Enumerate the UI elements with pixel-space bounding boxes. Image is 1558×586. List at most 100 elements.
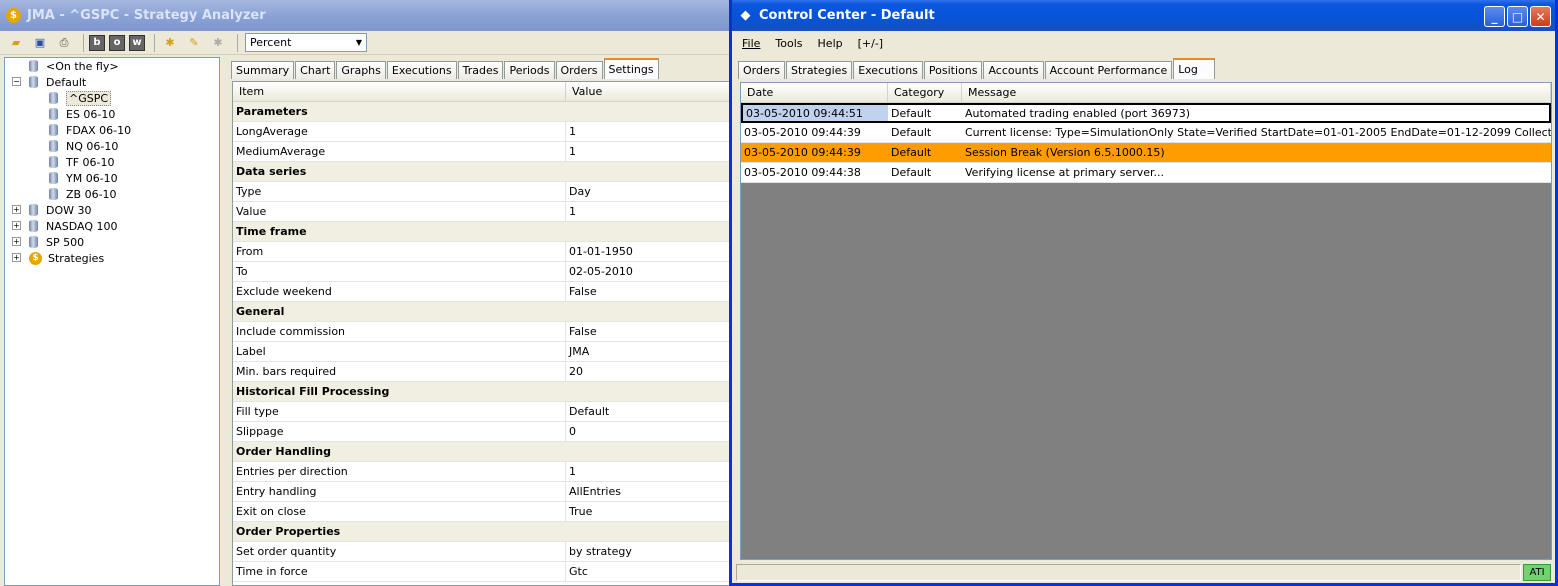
strategy-analyzer-titlebar[interactable]: $ JMA - ^GSPC - Strategy Analyzer [0,0,735,31]
setting-value[interactable]: 20 [566,362,734,381]
tab-executions[interactable]: Executions [386,61,457,79]
menu-bar: File Tools Help [+/-] [732,31,1555,55]
edit-strategy-icon[interactable]: ✎ [184,33,204,53]
combo-value: Percent [250,36,292,49]
tab-strategies[interactable]: Strategies [786,61,853,79]
column-header-date[interactable]: Date [741,83,888,102]
print-icon[interactable]: ⎙ [54,33,74,53]
tab-executions[interactable]: Executions [853,61,923,79]
log-grid: Date Category Message 03-05-2010 09:44:5… [740,82,1552,560]
tab-trades[interactable]: Trades [457,61,504,79]
settings-row[interactable]: Exit on close True [233,502,734,522]
settings-row[interactable]: Type Day [233,182,734,202]
expand-icon[interactable]: + [12,237,21,246]
optimize-button[interactable]: o [109,34,125,51]
column-header-item[interactable]: Item [233,82,566,101]
tab-accounts[interactable]: Accounts [983,61,1044,79]
column-header-value[interactable]: Value [566,82,734,101]
chevron-down-icon[interactable]: ▼ [356,38,362,47]
tab-log[interactable]: Log [1173,58,1216,79]
setting-value[interactable]: 0 [566,422,734,441]
tab-summary[interactable]: Summary [231,61,295,79]
tab-chart[interactable]: Chart [295,61,336,79]
expand-icon[interactable]: + [12,253,21,262]
settings-row[interactable]: Fill type Default [233,402,734,422]
tree-item-instrument[interactable]: FDAX 06-10 [49,122,131,138]
setting-value[interactable]: 1 [566,142,734,161]
tab-positions[interactable]: Positions [923,61,983,79]
tree-item-instrument[interactable]: NQ 06-10 [49,138,118,154]
delete-strategy-icon[interactable]: ✱ [208,33,228,53]
menu-help[interactable]: Help [818,37,843,50]
tree-item-instrument[interactable]: ^GSPC [49,90,112,106]
setting-value[interactable]: 1 [566,462,734,481]
tree-item-default[interactable]: Default [29,74,86,90]
walk-forward-button[interactable]: w [129,34,145,51]
tab-settings[interactable]: Settings [603,58,659,79]
settings-row[interactable]: From 01-01-1950 [233,242,734,262]
control-center-titlebar[interactable]: ◆ Control Center - Default [732,0,1555,31]
setting-value[interactable]: JMA [566,342,734,361]
maximize-icon[interactable]: □ [1507,6,1528,27]
setting-value[interactable]: 1 [566,202,734,221]
setting-value[interactable]: AllEntries [566,482,734,501]
settings-row[interactable]: Set order quantity by strategy [233,542,734,562]
tab-periods[interactable]: Periods [504,61,555,79]
new-strategy-icon[interactable]: ✱ [160,33,180,53]
settings-row[interactable]: Entry handling AllEntries [233,482,734,502]
expand-icon[interactable]: + [12,205,21,214]
settings-row[interactable]: Label JMA [233,342,734,362]
settings-row[interactable]: Min. bars required 20 [233,362,734,382]
setting-value[interactable]: 02-05-2010 [566,262,734,281]
settings-row[interactable]: Entries per direction 1 [233,462,734,482]
setting-value[interactable]: Gtc [566,562,734,581]
collapse-icon[interactable]: − [12,77,21,86]
settings-row[interactable]: Value 1 [233,202,734,222]
column-header-message[interactable]: Message [962,83,1551,102]
setting-value[interactable]: False [566,282,734,301]
tree-item-instrument[interactable]: ES 06-10 [49,106,115,122]
settings-row[interactable]: Exclude weekend False [233,282,734,302]
setting-value[interactable]: True [566,502,734,521]
open-folder-icon[interactable]: ▰ [6,33,26,53]
setting-value[interactable]: Day [566,182,734,201]
setting-value[interactable]: by strategy [566,542,734,561]
log-date: 03-05-2010 09:44:39 [744,126,861,139]
close-icon[interactable]: ✕ [1530,6,1551,27]
tab-orders[interactable]: Orders [555,61,603,79]
settings-row[interactable]: Time in force Gtc [233,562,734,582]
settings-row[interactable]: MediumAverage 1 [233,142,734,162]
menu-tools[interactable]: Tools [775,37,802,50]
expand-icon[interactable]: + [12,221,21,230]
setting-value[interactable]: 01-01-1950 [566,242,734,261]
column-header-category[interactable]: Category [888,83,962,102]
tab-orders[interactable]: Orders [738,61,785,79]
menu-toggle[interactable]: [+/-] [858,37,883,50]
settings-row[interactable]: Slippage 0 [233,422,734,442]
tree-item-instrument[interactable]: YM 06-10 [49,170,118,186]
setting-value[interactable]: Default [566,402,734,421]
log-row[interactable]: 03-05-2010 09:44:38 Default Verifying li… [741,163,1551,183]
display-unit-combo[interactable]: Percent ▼ [245,33,367,52]
tab-account-performance[interactable]: Account Performance [1044,61,1173,79]
tree-item-group[interactable]: SP 500 [29,234,84,250]
tree-item-group[interactable]: NASDAQ 100 [29,218,118,234]
save-icon[interactable]: ▣ [30,33,50,53]
setting-value[interactable]: False [566,322,734,341]
backtest-button[interactable]: b [89,34,105,51]
settings-row[interactable]: To 02-05-2010 [233,262,734,282]
tree-item-on-the-fly[interactable]: <On the fly> [29,58,119,74]
tree-item-group[interactable]: DOW 30 [29,202,92,218]
log-row-highlighted[interactable]: 03-05-2010 09:44:39 Default Session Brea… [741,143,1551,163]
settings-row[interactable]: Include commission False [233,322,734,342]
menu-file[interactable]: File [742,37,760,50]
tab-graphs[interactable]: Graphs [336,61,386,79]
tree-item-instrument[interactable]: TF 06-10 [49,154,115,170]
tree-item-instrument[interactable]: ZB 06-10 [49,186,117,202]
minimize-icon[interactable]: _ [1484,6,1505,27]
tree-item-strategies[interactable]: $ Strategies [29,250,104,266]
log-row[interactable]: 03-05-2010 09:44:51 Default Automated tr… [741,103,1551,123]
log-row[interactable]: 03-05-2010 09:44:39 Default Current lice… [741,123,1551,143]
setting-value[interactable]: 1 [566,122,734,141]
settings-row[interactable]: LongAverage 1 [233,122,734,142]
